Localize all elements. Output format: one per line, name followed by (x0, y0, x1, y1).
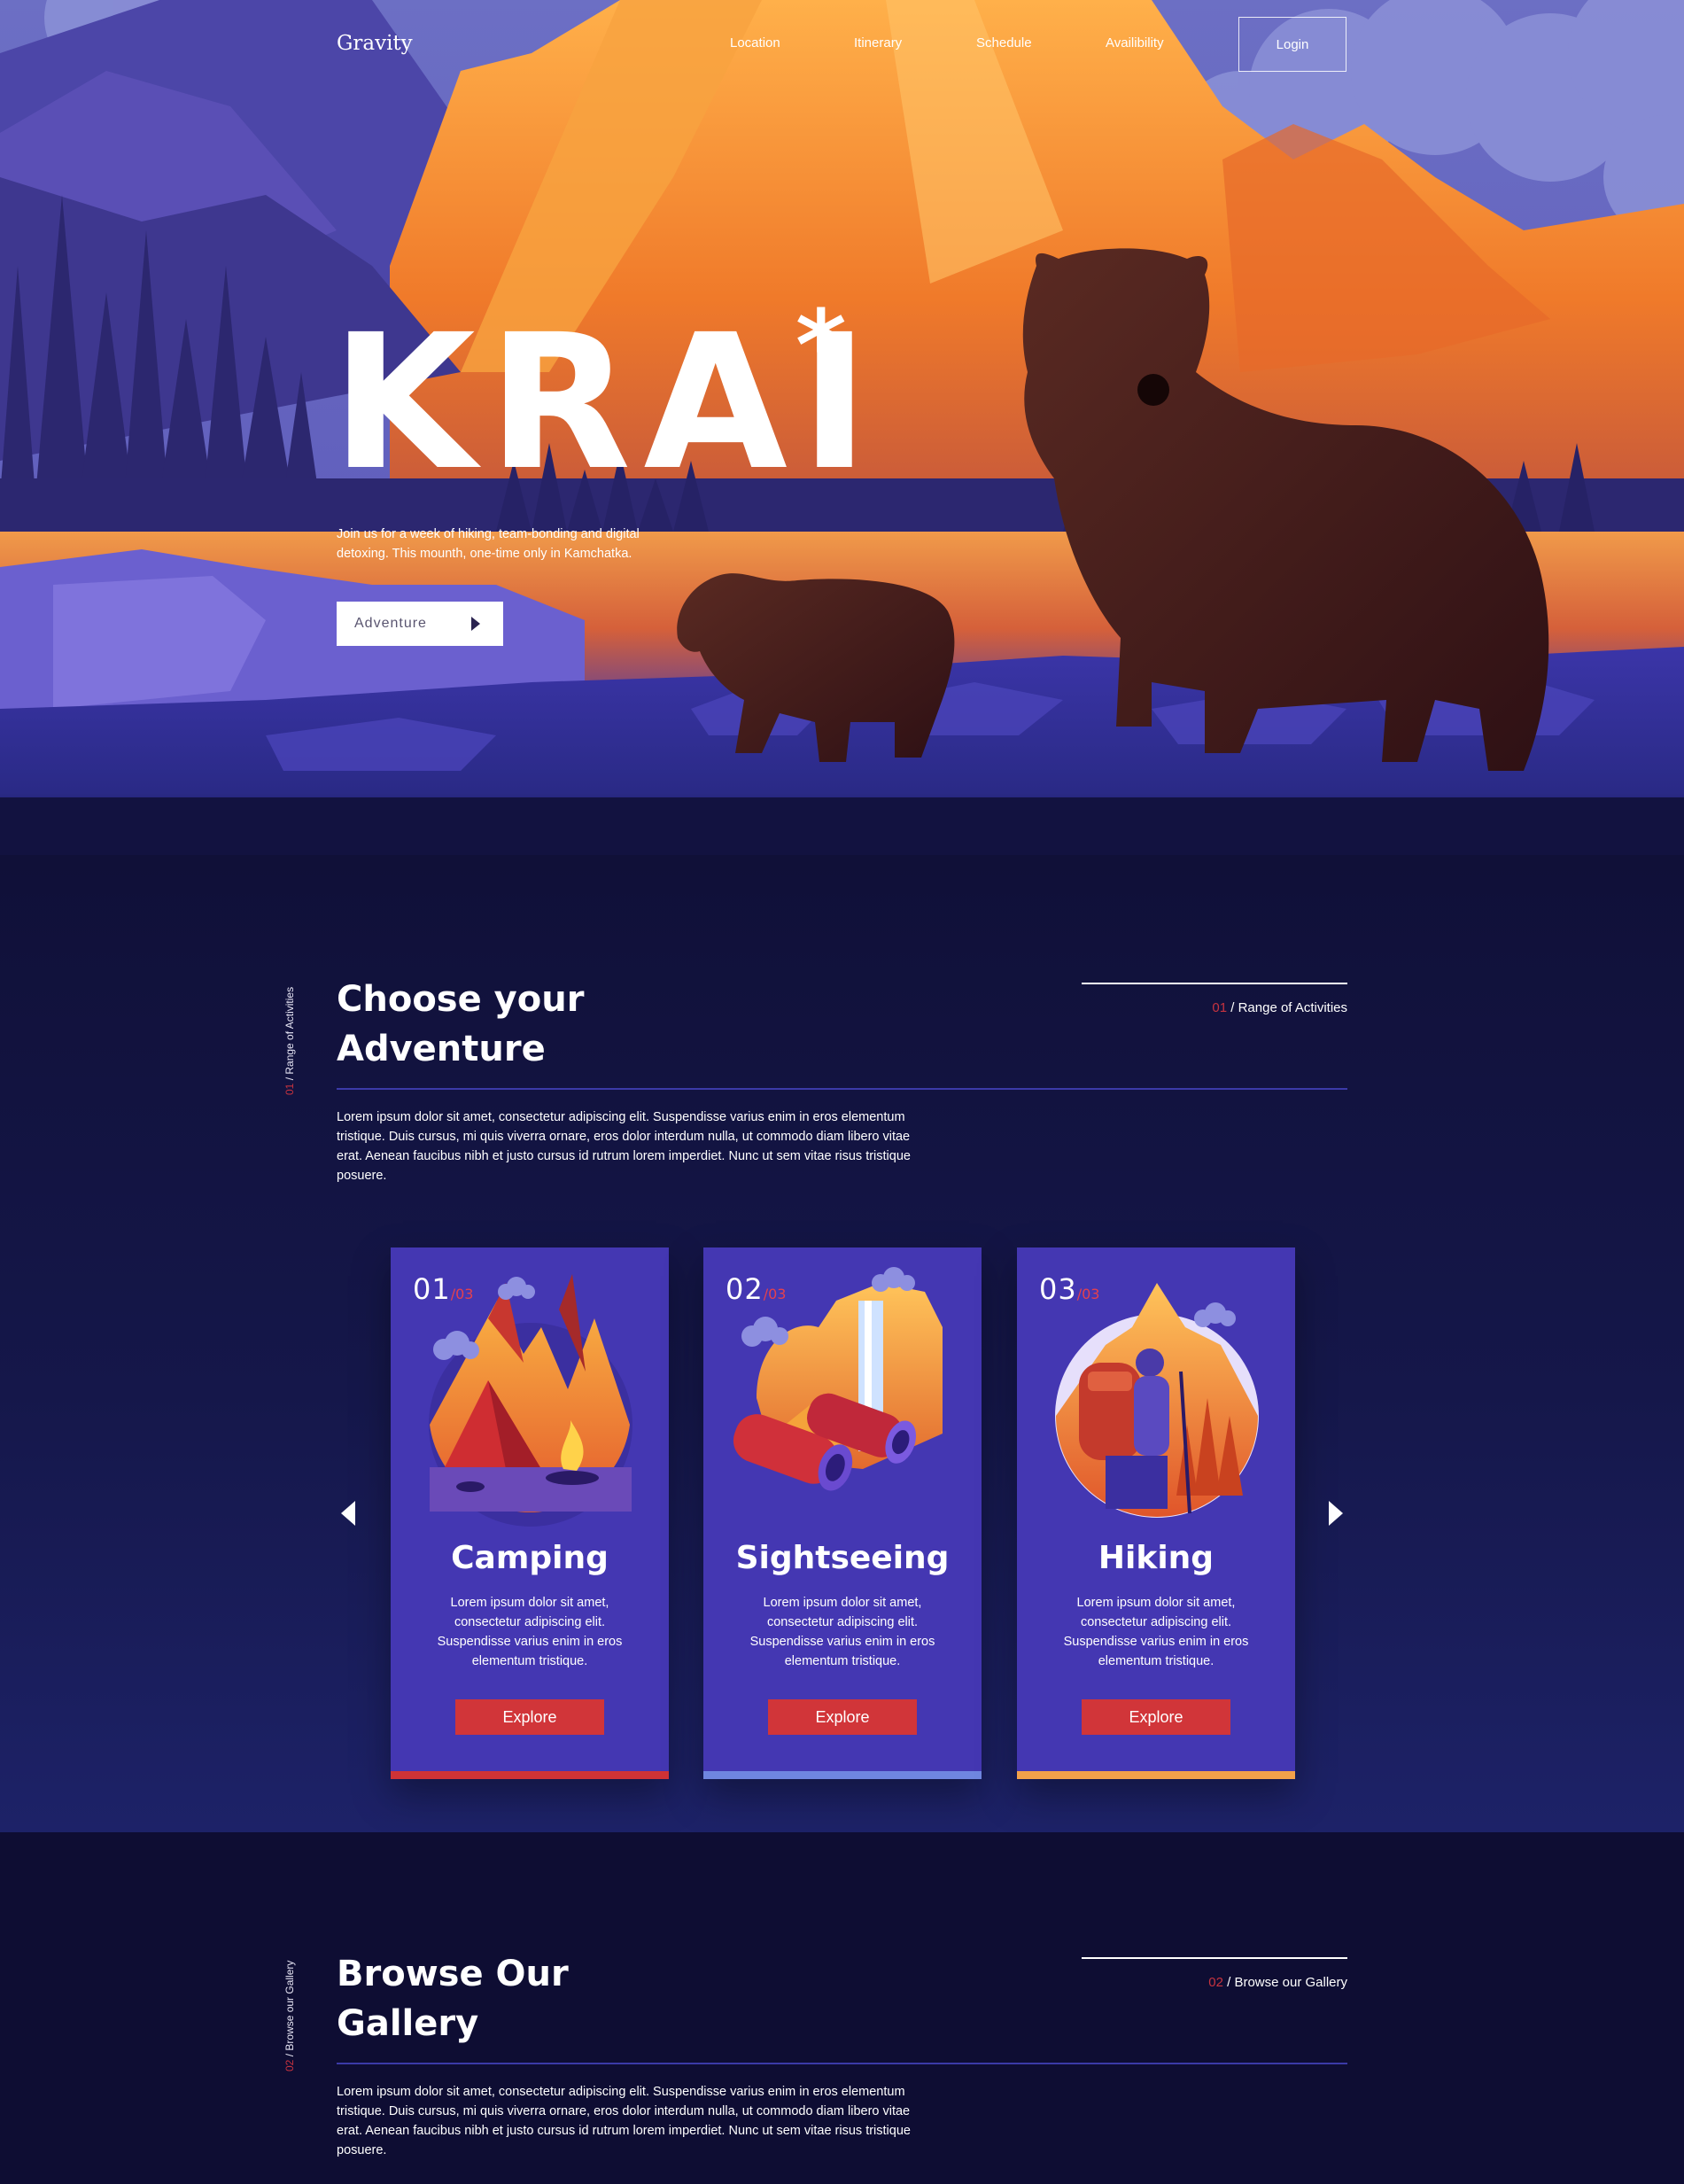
gallery-side-label: 02 / Browse our Gallery (283, 1961, 296, 2071)
activities-title-line2: Adventure (337, 1029, 546, 1069)
breadcrumb-number: 02 (1208, 1975, 1223, 1990)
section-underline (337, 1088, 1347, 1090)
gallery-breadcrumb: 02 / Browse our Gallery (1208, 1975, 1347, 1990)
gallery-title-line2: Gallery (337, 2003, 479, 2044)
explore-button[interactable]: Explore (768, 1699, 917, 1735)
side-label-text: / Range of Activities (283, 986, 296, 1084)
nav-link-availability[interactable]: Availibility (1106, 35, 1164, 51)
gallery-description: Lorem ipsum dolor sit amet, consectetur … (337, 2085, 911, 2157)
nav-link-itinerary[interactable]: Itinerary (854, 35, 902, 51)
activities-breadcrumb: 01 / Range of Activities (1212, 1000, 1347, 1015)
card-accent-bar (391, 1771, 669, 1779)
card-title: Sightseeing (735, 1540, 950, 1576)
card-accent-bar (703, 1771, 982, 1779)
side-label-number: 01 (283, 1083, 296, 1095)
hero-asterisk: * (795, 289, 847, 402)
card-title: Hiking (1098, 1540, 1214, 1576)
card-description: Lorem ipsum dolor sit amet, consectetur … (437, 1596, 623, 1668)
card-number: 01/03 (413, 1272, 474, 1306)
section-underline (337, 2063, 1347, 2064)
side-label-text: / Browse our Gallery (283, 1960, 296, 2060)
activities-description: Lorem ipsum dolor sit amet, consectetur … (337, 1110, 911, 1183)
activities-side-label: 01 / Range of Activities (283, 987, 296, 1095)
card-number: 02/03 (726, 1272, 787, 1306)
gallery-title-line1: Browse Our (337, 1954, 569, 1994)
adventure-button-label: Adventure (354, 616, 427, 631)
hero-section: Gravity Location Itinerary Schedule Avai… (0, 0, 1684, 855)
login-button[interactable]: Login (1238, 17, 1346, 72)
carousel-prev-arrow-icon[interactable] (341, 1501, 355, 1526)
activity-card-hiking[interactable]: 03/03 Hiking Lorem ipsum dolor sit amet,… (1017, 1247, 1295, 1779)
activities-title: Choose your Adventure (337, 975, 584, 1074)
explore-button[interactable]: Explore (455, 1699, 604, 1735)
nav-link-schedule[interactable]: Schedule (976, 35, 1032, 51)
breadcrumb-text: / Range of Activities (1227, 1000, 1347, 1015)
breadcrumb-text: / Browse our Gallery (1222, 1975, 1347, 1990)
section-divider (1082, 1957, 1347, 1959)
card-title: Camping (451, 1540, 609, 1576)
play-arrow-icon (471, 617, 480, 631)
nav-link-location[interactable]: Location (730, 35, 780, 51)
card-accent-bar (1017, 1771, 1295, 1779)
carousel-next-arrow-icon[interactable] (1329, 1501, 1343, 1526)
explore-button[interactable]: Explore (1082, 1699, 1230, 1735)
gallery-title: Browse Our Gallery (337, 1949, 569, 2048)
hero-subtitle: Join us for a week of hiking, team-bondi… (337, 527, 640, 561)
card-description: Lorem ipsum dolor sit amet, consectetur … (749, 1596, 935, 1668)
card-description: Lorem ipsum dolor sit amet, consectetur … (1063, 1596, 1249, 1668)
adventure-button[interactable]: Adventure (337, 602, 503, 646)
card-number: 03/03 (1039, 1272, 1100, 1306)
activities-title-line1: Choose your (337, 979, 585, 1020)
side-label-number: 02 (283, 2059, 296, 2071)
breadcrumb-number: 01 (1212, 1000, 1228, 1015)
activity-card-camping[interactable]: 01/03 Camping Lorem ipsum dolor sit amet… (391, 1247, 669, 1779)
activity-card-sightseeing[interactable]: 02/03 Sightseeing Lorem ipsum dolor sit … (703, 1247, 982, 1779)
brand-logo[interactable]: Gravity (337, 32, 413, 55)
section-divider (1082, 983, 1347, 984)
